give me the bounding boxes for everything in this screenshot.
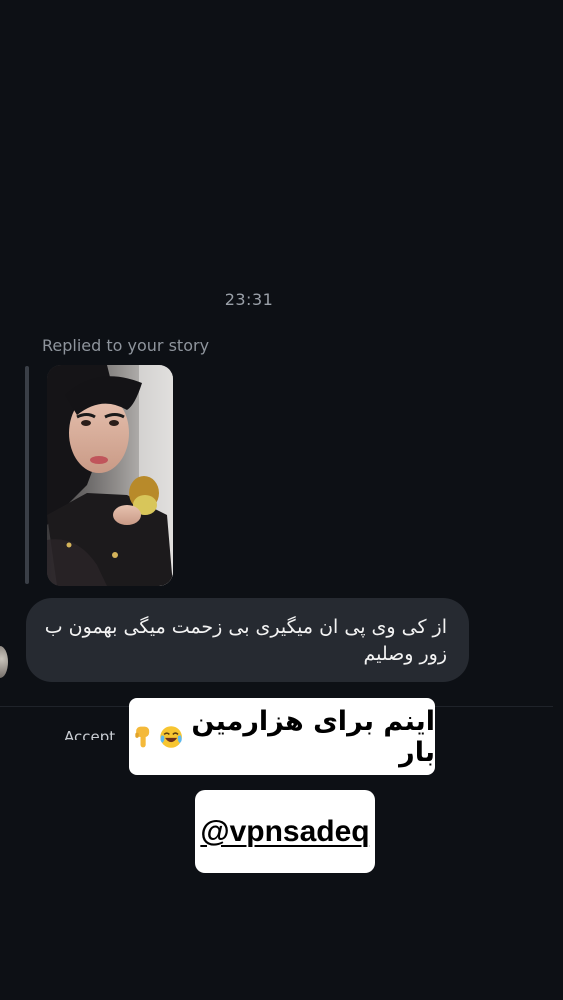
caption-sticker: اینم برای هزارمین بار: [129, 698, 435, 775]
face-with-tears-of-joy-emoji: [160, 725, 183, 748]
reply-indicator-bar: [25, 366, 29, 584]
instagram-handle[interactable]: @vpnsadeq: [200, 815, 369, 849]
chat-screen: 23:31 Replied to your story از کی وی پی …: [0, 0, 563, 1000]
sender-avatar[interactable]: [0, 646, 8, 678]
message-text: از کی وی پی ان میگیری بی زحمت میگی بهمون…: [44, 616, 447, 665]
story-thumbnail[interactable]: [47, 365, 173, 586]
message-timestamp: 23:31: [224, 290, 274, 309]
backhand-index-pointing-down-emoji: [135, 726, 150, 747]
caption-text: اینم برای هزارمین بار: [191, 705, 435, 768]
handle-sticker[interactable]: @vpnsadeq: [195, 790, 375, 873]
replied-to-story-label: Replied to your story: [42, 336, 210, 355]
hidden-accept-text: Accept: [64, 728, 116, 740]
message-bubble[interactable]: از کی وی پی ان میگیری بی زحمت میگی بهمون…: [26, 598, 469, 682]
